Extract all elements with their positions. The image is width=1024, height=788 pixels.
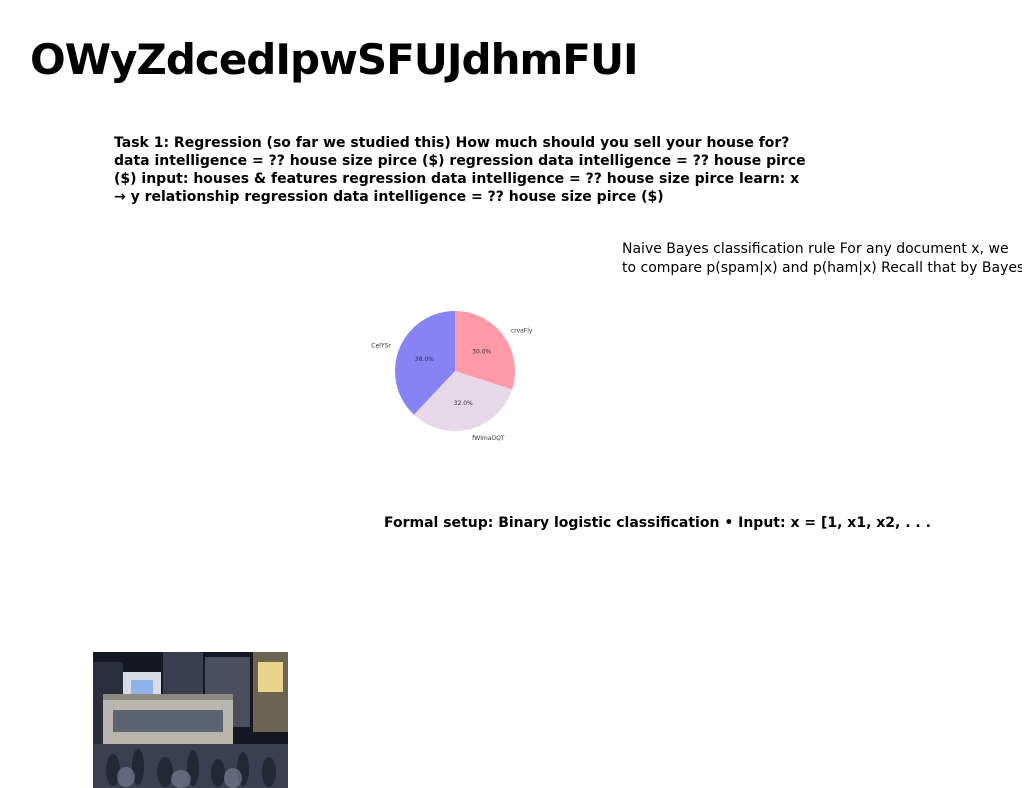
- pie-pct-label: 30.0%: [472, 349, 491, 356]
- naive-bayes-line-2: to compare p(spam|x) and p(ham|x) Recall…: [622, 260, 1022, 276]
- regression-text: Task 1: Regression (so far we studied th…: [114, 135, 806, 205]
- logistic-text: Formal setup: Binary logistic classifica…: [384, 515, 931, 531]
- city-photo-svg: [93, 652, 288, 788]
- pie-pct-label: 38.0%: [415, 356, 434, 363]
- pie-chart: 30.0% crvaFly 32.0% fWlmaOQT 38.0% CeIYSr: [360, 272, 560, 472]
- pie-pct-label: 32.0%: [454, 400, 473, 407]
- pie-chart-svg: 30.0% crvaFly 32.0% fWlmaOQT 38.0% CeIYSr: [371, 311, 533, 442]
- naive-bayes-text: Naive Bayes classification rule For any …: [622, 240, 1022, 278]
- city-street-photo: [93, 652, 288, 788]
- naive-bayes-line-1: Naive Bayes classification rule For any …: [622, 241, 1009, 257]
- pie-category-label: CeIYSr: [371, 343, 391, 350]
- pie-category-label: fWlmaOQT: [472, 435, 505, 442]
- slide-title: OWyZdcedIpwSFUJdhmFUI: [30, 35, 639, 84]
- pie-category-label: crvaFly: [511, 327, 533, 334]
